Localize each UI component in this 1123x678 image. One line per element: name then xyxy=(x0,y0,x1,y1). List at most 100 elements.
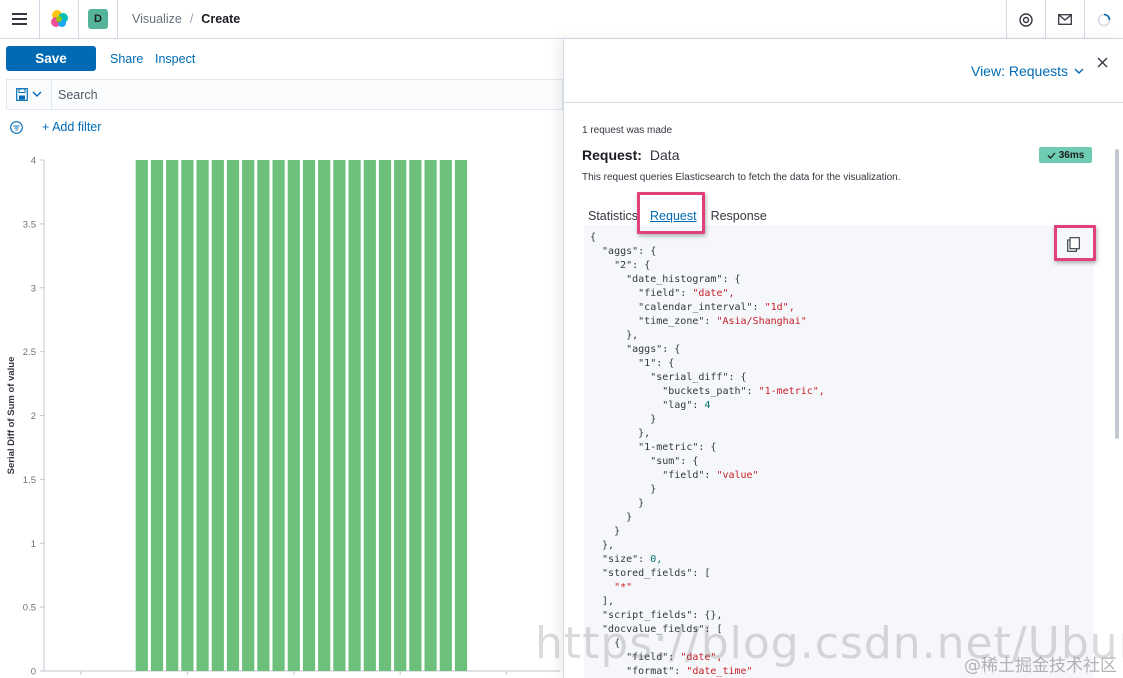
search-input[interactable]: Search xyxy=(58,88,98,102)
bar[interactable] xyxy=(454,160,468,671)
close-button[interactable] xyxy=(1097,55,1108,73)
request-tab-highlight xyxy=(637,192,705,234)
hamburger-icon xyxy=(11,13,27,25)
code-line: "1": { xyxy=(590,358,675,369)
code-line: } xyxy=(590,484,657,495)
timing-badge: 36ms xyxy=(1039,147,1092,163)
bar[interactable] xyxy=(348,160,361,671)
visualize-editor: Save Share Inspect Search + Add filter S… xyxy=(0,40,563,678)
y-tick-label: 4 xyxy=(31,156,36,167)
y-axis-label: Serial Diff of Sum of value xyxy=(6,357,17,475)
chevron-down-icon xyxy=(1074,68,1084,74)
request-title: Request: Data xyxy=(582,147,679,163)
bar[interactable] xyxy=(287,160,300,671)
code-line: "date_histogram": { xyxy=(590,274,741,285)
elastic-logo-icon xyxy=(51,10,68,27)
bar[interactable] xyxy=(166,160,179,671)
flyout-body: 1 request was made Request: Data 36ms Th… xyxy=(582,125,1094,223)
code-line: } xyxy=(590,526,621,537)
filter-icon[interactable] xyxy=(10,120,23,134)
request-count: 1 request was made xyxy=(582,125,673,136)
code-line: "*" xyxy=(590,582,633,593)
code-line: "calendar_interval": "1d", xyxy=(590,302,795,313)
code-line: "sum": { xyxy=(590,456,699,467)
space-avatar: D xyxy=(88,9,108,29)
bar[interactable] xyxy=(272,160,285,671)
inspect-button[interactable]: Inspect xyxy=(155,52,195,66)
bar[interactable] xyxy=(211,160,224,671)
newsfeed-button[interactable] xyxy=(1045,0,1084,39)
y-tick-label: 2 xyxy=(31,411,36,422)
bar[interactable] xyxy=(409,160,422,671)
bar[interactable] xyxy=(363,160,376,671)
help-button[interactable] xyxy=(1006,0,1045,39)
tab-response[interactable]: Response xyxy=(705,209,773,223)
y-tick-label: 0 xyxy=(31,667,36,678)
code-line: "aggs": { xyxy=(590,344,681,355)
tab-statistics[interactable]: Statistics xyxy=(582,209,644,223)
view-selector-label: View: Requests xyxy=(970,63,1068,79)
app-root: D Visualize / Create Save Share Inspect xyxy=(0,0,1123,678)
spinner-icon xyxy=(1097,13,1111,26)
code-line: }, xyxy=(590,428,651,439)
y-tick-label: 2.5 xyxy=(23,347,36,358)
bar[interactable] xyxy=(394,160,407,671)
bar[interactable] xyxy=(226,160,240,671)
divider xyxy=(117,0,118,39)
bar[interactable] xyxy=(242,160,255,671)
bar[interactable] xyxy=(424,160,437,671)
code-line: "field": "date", xyxy=(590,288,735,299)
timing-value: 36ms xyxy=(1058,149,1085,161)
breadcrumb-separator: / xyxy=(189,12,194,26)
code-line: } xyxy=(590,498,645,509)
code-line: "stored_fields": [ xyxy=(590,568,711,579)
save-button[interactable]: Save xyxy=(6,46,96,71)
header-actions xyxy=(1006,0,1123,39)
bar[interactable] xyxy=(439,160,452,671)
bar[interactable] xyxy=(318,160,331,671)
bar[interactable] xyxy=(181,160,194,671)
loading-indicator xyxy=(1084,0,1123,39)
breadcrumb: Visualize / Create xyxy=(132,12,240,26)
code-line: "1-metric": { xyxy=(590,442,717,453)
space-selector[interactable]: D xyxy=(79,0,117,39)
request-name: Data xyxy=(649,147,680,163)
breadcrumb-create: Create xyxy=(201,12,241,26)
code-line: } xyxy=(590,414,657,425)
code-line: ], xyxy=(590,596,615,607)
code-line: } xyxy=(590,512,633,523)
code-line: }, xyxy=(590,330,639,341)
view-selector[interactable]: View: Requests xyxy=(971,63,1084,79)
save-icon xyxy=(16,88,28,101)
y-tick-label: 1.5 xyxy=(23,475,36,486)
bar[interactable] xyxy=(150,160,164,671)
code-line: "field": "value" xyxy=(590,470,759,481)
bar[interactable] xyxy=(135,160,148,671)
y-tick-label: 0.5 xyxy=(23,603,36,614)
bar[interactable] xyxy=(257,160,270,671)
scrollbar[interactable] xyxy=(1115,149,1119,439)
bar[interactable] xyxy=(378,160,392,671)
y-tick-label: 3 xyxy=(31,283,36,294)
y-tick-label: 1 xyxy=(31,539,36,550)
inspector-flyout: View: Requests 1 request was made Reques… xyxy=(563,39,1123,678)
share-button[interactable]: Share xyxy=(110,52,143,66)
bar[interactable] xyxy=(196,160,209,671)
elastic-logo-link[interactable] xyxy=(40,0,78,39)
code-line: "aggs": { xyxy=(590,246,657,257)
bar[interactable] xyxy=(302,160,316,671)
add-filter-button[interactable]: + Add filter xyxy=(42,120,101,134)
chevron-down-icon xyxy=(32,91,42,97)
breadcrumb-visualize[interactable]: Visualize xyxy=(132,12,182,26)
mail-icon xyxy=(1058,14,1072,25)
code-line: "size": 0, xyxy=(590,554,663,565)
check-icon xyxy=(1047,152,1056,159)
code-line: "buckets_path": "1-metric", xyxy=(590,386,825,397)
code-line: "lag": 4 xyxy=(590,400,711,411)
top-header: D Visualize / Create xyxy=(0,0,1123,39)
saved-query-button[interactable] xyxy=(7,80,52,109)
bar[interactable] xyxy=(333,160,346,671)
request-code-block[interactable]: { "aggs": { "2": { "date_histogram": { "… xyxy=(584,225,1094,678)
code-line: }, xyxy=(590,540,615,551)
menu-button[interactable] xyxy=(0,0,39,39)
